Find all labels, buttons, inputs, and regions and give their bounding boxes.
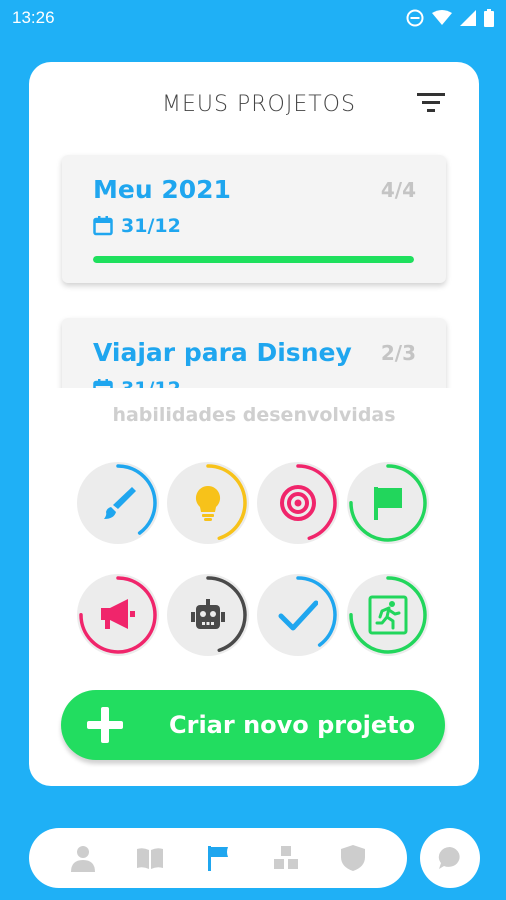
project-progress-fill (93, 256, 414, 263)
robot-icon (191, 599, 225, 629)
project-date: 31/12 (93, 215, 181, 237)
skill-flag[interactable] (347, 462, 429, 544)
calendar-icon (93, 379, 113, 388)
paintbrush-icon (104, 487, 136, 519)
shield-icon (341, 845, 366, 871)
project-card[interactable]: Viajar para Disney 2/3 31/12 (62, 318, 446, 388)
nav-blocks[interactable] (266, 838, 306, 878)
running-person-icon (368, 595, 408, 635)
skill-checkmark[interactable] (257, 574, 339, 656)
skill-target[interactable] (257, 462, 339, 544)
person-icon (70, 846, 95, 872)
skill-paintbrush[interactable] (77, 462, 159, 544)
target-icon (280, 485, 316, 521)
calendar-icon (93, 216, 113, 236)
project-progress-bar (93, 256, 414, 263)
lightbulb-icon (195, 485, 221, 521)
nav-security[interactable] (333, 838, 373, 878)
filter-icon (417, 93, 445, 112)
skill-running[interactable] (347, 574, 429, 656)
signal-icon (460, 10, 476, 26)
project-name: Viajar para Disney (93, 338, 352, 367)
project-count: 4/4 (380, 178, 416, 202)
create-project-label: Criar novo projeto (169, 711, 416, 739)
flag-icon (374, 487, 402, 520)
do-not-disturb-icon (406, 9, 424, 27)
project-date: 31/12 (93, 378, 181, 388)
page-title: MEUS PROJETOS (162, 92, 356, 117)
filter-button[interactable] (417, 90, 447, 116)
skill-megaphone[interactable] (77, 574, 159, 656)
chat-button[interactable] (420, 828, 480, 888)
skill-lightbulb[interactable] (167, 462, 249, 544)
project-list: Meu 2021 4/4 31/12 Viajar para Disney 2/… (29, 152, 479, 388)
checkmark-icon (278, 600, 318, 631)
book-icon (137, 848, 164, 869)
status-icons (406, 9, 494, 27)
status-time: 13:26 (12, 8, 55, 27)
blocks-icon (273, 846, 298, 869)
nav-profile[interactable] (63, 838, 103, 878)
bottom-nav (29, 828, 407, 888)
nav-learn[interactable] (130, 838, 170, 878)
plus-icon (87, 707, 123, 743)
project-date-text: 31/12 (121, 378, 181, 388)
status-bar: 13:26 (0, 0, 506, 36)
wifi-icon (432, 10, 452, 26)
nav-projects[interactable] (198, 838, 238, 878)
create-project-button[interactable]: Criar novo projeto (61, 690, 445, 760)
battery-icon (484, 9, 494, 27)
projects-card: MEUS PROJETOS Meu 2021 4/4 31/12 Viajar … (29, 62, 479, 786)
project-name: Meu 2021 (93, 175, 231, 204)
project-card[interactable]: Meu 2021 4/4 31/12 (62, 155, 446, 283)
megaphone-icon (101, 599, 135, 629)
skill-robot[interactable] (167, 574, 249, 656)
skills-label: habilidades desenvolvidas (112, 404, 396, 426)
chat-bubble-icon (438, 846, 460, 869)
flag-icon (207, 846, 228, 871)
project-count: 2/3 (380, 341, 416, 365)
project-date-text: 31/12 (121, 215, 181, 237)
skills-grid (77, 462, 433, 666)
